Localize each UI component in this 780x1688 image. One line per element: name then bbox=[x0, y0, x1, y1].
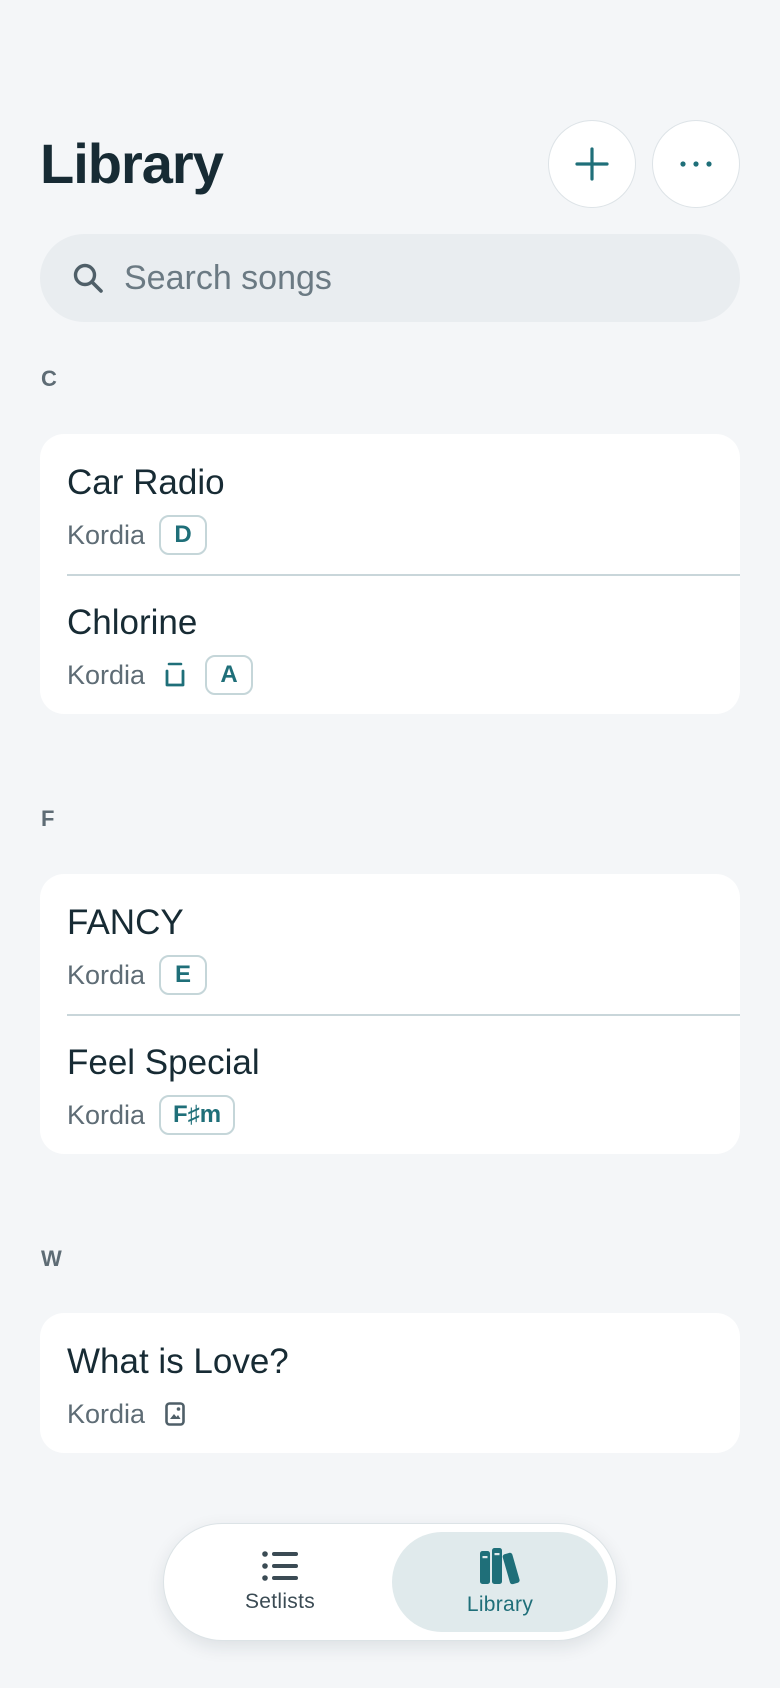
song-meta: Kordia E bbox=[67, 954, 740, 996]
song-meta: Kordia bbox=[67, 1393, 740, 1435]
key-badge: A bbox=[205, 655, 254, 695]
song-meta: Kordia D bbox=[67, 514, 740, 556]
song-artist: Kordia bbox=[67, 959, 146, 990]
song-title: What is Love? bbox=[67, 1342, 289, 1381]
books-icon bbox=[480, 1548, 520, 1585]
song-artist: Kordia bbox=[67, 659, 146, 690]
key-badge: D bbox=[159, 515, 208, 555]
plus-icon bbox=[575, 147, 609, 181]
song-list-card: Car Radio Kordia D Chlorine Kordia A bbox=[40, 434, 740, 714]
song-list-card: FANCY Kordia E Feel Special Kordia F♯m bbox=[40, 874, 740, 1154]
key-badge: F♯m bbox=[159, 1095, 236, 1135]
song-row-chlorine[interactable]: Chlorine Kordia A bbox=[40, 574, 740, 714]
song-title: FANCY bbox=[67, 903, 184, 942]
section-header-c: C bbox=[41, 366, 57, 391]
song-meta: Kordia A bbox=[67, 654, 740, 696]
song-artist: Kordia bbox=[67, 1398, 146, 1429]
lowered-bracket-icon bbox=[163, 660, 187, 690]
song-artist: Kordia bbox=[67, 519, 146, 550]
ellipsis-icon bbox=[680, 161, 712, 167]
search-bar[interactable] bbox=[40, 234, 740, 322]
song-row-feel-special[interactable]: Feel Special Kordia F♯m bbox=[40, 1014, 740, 1154]
song-meta: Kordia F♯m bbox=[67, 1094, 740, 1136]
nav-tab-library[interactable]: Library bbox=[392, 1532, 608, 1632]
search-icon bbox=[70, 260, 106, 296]
nav-tab-setlists[interactable]: Setlists bbox=[172, 1532, 388, 1632]
nav-label: Library bbox=[466, 1593, 534, 1616]
nav-label: Setlists bbox=[244, 1590, 316, 1613]
song-title: Chlorine bbox=[67, 603, 198, 642]
song-row-car-radio[interactable]: Car Radio Kordia D bbox=[40, 434, 740, 574]
song-row-what-is-love[interactable]: What is Love? Kordia bbox=[40, 1313, 740, 1453]
more-options-button[interactable] bbox=[652, 120, 740, 208]
image-file-icon bbox=[163, 1399, 187, 1429]
add-song-button[interactable] bbox=[548, 120, 636, 208]
section-header-w: W bbox=[41, 1246, 62, 1271]
song-title: Car Radio bbox=[67, 463, 225, 502]
bottom-nav: Setlists Library bbox=[163, 1523, 617, 1641]
song-artist: Kordia bbox=[67, 1099, 146, 1130]
section-header-f: F bbox=[41, 806, 55, 831]
key-badge: E bbox=[159, 955, 208, 995]
list-icon bbox=[262, 1551, 298, 1581]
song-row-fancy[interactable]: FANCY Kordia E bbox=[40, 874, 740, 1014]
search-input[interactable] bbox=[122, 257, 706, 299]
song-list-card: What is Love? Kordia bbox=[40, 1313, 740, 1453]
song-title: Feel Special bbox=[67, 1043, 260, 1082]
page-title: Library bbox=[40, 132, 224, 195]
